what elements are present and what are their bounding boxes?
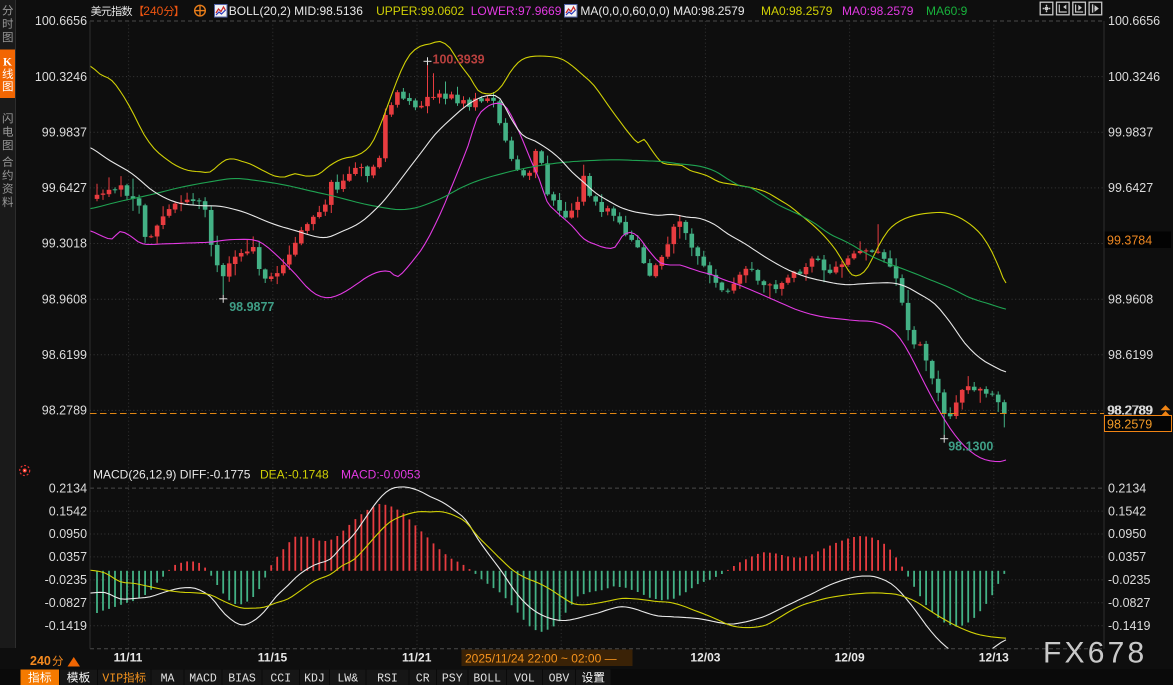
svg-text:98.9608: 98.9608 <box>1108 292 1153 306</box>
svg-text:99.3018: 99.3018 <box>42 237 87 251</box>
svg-text:RSI: RSI <box>377 672 398 685</box>
svg-text:VOL: VOL <box>514 672 535 685</box>
svg-text:240: 240 <box>143 4 163 18</box>
svg-text:MACD:-0.0053: MACD:-0.0053 <box>341 468 421 482</box>
svg-text:OBV: OBV <box>549 672 570 685</box>
svg-text:-0.0827: -0.0827 <box>1108 596 1150 610</box>
svg-text:0.0950: 0.0950 <box>49 527 87 541</box>
svg-text:BOLL: BOLL <box>473 672 501 685</box>
svg-text:0.2134: 0.2134 <box>1108 481 1146 495</box>
svg-text:-0.0235: -0.0235 <box>1108 573 1150 587</box>
svg-text:-0.0235: -0.0235 <box>45 573 87 587</box>
svg-text:11/11: 11/11 <box>114 650 143 664</box>
svg-text:100.6656: 100.6656 <box>35 14 87 28</box>
svg-text:LOWER:97.9669: LOWER:97.9669 <box>471 4 562 18</box>
svg-text:0.1542: 0.1542 <box>1108 504 1146 518</box>
svg-text:100.3246: 100.3246 <box>35 70 87 84</box>
svg-text:99.9837: 99.9837 <box>42 126 87 140</box>
svg-text:CR: CR <box>416 672 430 685</box>
svg-text:100.3939: 100.3939 <box>433 52 485 66</box>
svg-text:11/21: 11/21 <box>402 650 432 664</box>
svg-text:MA0:98.2579: MA0:98.2579 <box>842 4 914 18</box>
svg-text:DEA:-0.1748: DEA:-0.1748 <box>260 468 329 482</box>
svg-text:MA60:9: MA60:9 <box>926 4 968 18</box>
svg-text:CCI: CCI <box>270 672 291 685</box>
svg-text:98.2789: 98.2789 <box>42 404 87 418</box>
svg-text:98.9608: 98.9608 <box>42 292 87 306</box>
svg-text:0.0950: 0.0950 <box>1108 527 1146 541</box>
svg-text:K: K <box>3 57 12 69</box>
svg-text:100.6656: 100.6656 <box>1108 14 1160 28</box>
svg-text:FX678: FX678 <box>1043 637 1147 670</box>
svg-text:MA0:98.2579: MA0:98.2579 <box>761 4 833 18</box>
svg-text:-0.0827: -0.0827 <box>45 596 87 610</box>
svg-text:2025/11/24 22:00 ~ 02:00 —: 2025/11/24 22:00 ~ 02:00 — <box>465 651 617 665</box>
svg-text:BOLL(20,2) MID:98.5136: BOLL(20,2) MID:98.5136 <box>229 4 363 18</box>
svg-text:100.3246: 100.3246 <box>1108 70 1160 84</box>
svg-text:12/09: 12/09 <box>835 650 865 664</box>
svg-text:98.9877: 98.9877 <box>229 300 274 314</box>
svg-text:99.6427: 99.6427 <box>42 181 87 195</box>
svg-text:LW&: LW& <box>337 672 358 685</box>
svg-text:0.0357: 0.0357 <box>49 550 87 564</box>
svg-text:-0.1419: -0.1419 <box>45 619 87 633</box>
svg-text:99.6427: 99.6427 <box>1108 181 1153 195</box>
svg-text:12/03: 12/03 <box>690 650 720 664</box>
svg-text:BIAS: BIAS <box>228 672 256 685</box>
svg-text:MA(0,0,0,60,0,0) MA0:98.2579: MA(0,0,0,60,0,0) MA0:98.2579 <box>580 4 744 18</box>
svg-text:99.9837: 99.9837 <box>1108 126 1153 140</box>
svg-text:-0.1419: -0.1419 <box>1108 619 1150 633</box>
svg-text:0.2134: 0.2134 <box>49 481 87 495</box>
svg-text:UPPER:99.0602: UPPER:99.0602 <box>376 4 464 18</box>
svg-text:PSY: PSY <box>442 672 463 685</box>
svg-text:MACD: MACD <box>189 672 217 685</box>
svg-text:98.6199: 98.6199 <box>1108 348 1153 362</box>
svg-text:98.2579: 98.2579 <box>1107 417 1152 431</box>
svg-text:0.1542: 0.1542 <box>49 504 87 518</box>
svg-text:MA: MA <box>161 672 175 685</box>
svg-text:VIP: VIP <box>102 673 123 685</box>
svg-text:11/15: 11/15 <box>258 650 288 664</box>
svg-text:12/13: 12/13 <box>979 650 1009 664</box>
svg-text:98.6199: 98.6199 <box>42 348 87 362</box>
svg-text:MACD(26,12,9) DIFF:-0.1775: MACD(26,12,9) DIFF:-0.1775 <box>93 468 251 482</box>
svg-text:KDJ: KDJ <box>304 672 325 685</box>
svg-text:0.0357: 0.0357 <box>1108 550 1146 564</box>
svg-text:240: 240 <box>30 654 51 668</box>
svg-text:99.3784: 99.3784 <box>1107 234 1152 248</box>
svg-text:98.1300: 98.1300 <box>948 440 993 454</box>
